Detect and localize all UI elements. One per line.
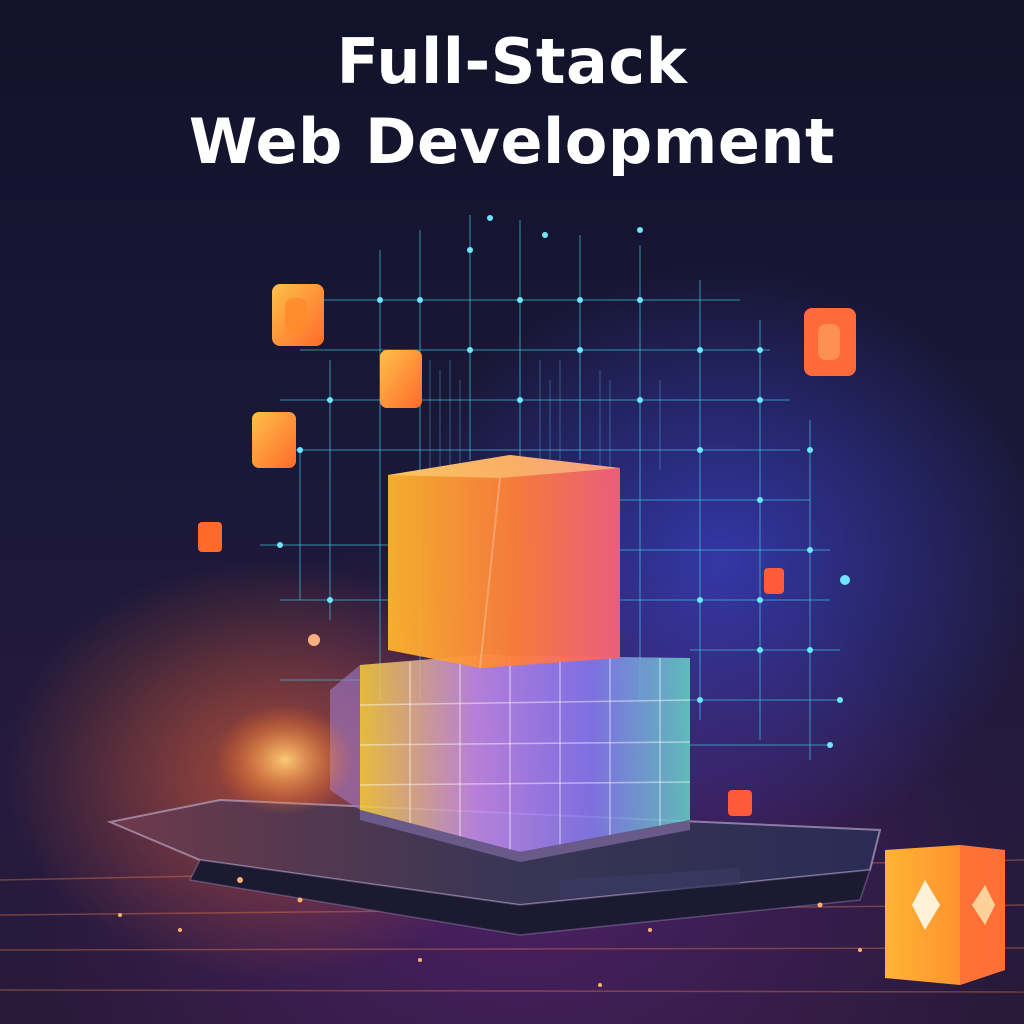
title-line-2: Web Development	[188, 105, 836, 178]
poster: Full-Stack Web Development	[0, 0, 1024, 1024]
corner-cube	[885, 845, 1005, 985]
glow	[215, 705, 355, 815]
poster-title: Full-Stack Web Development	[0, 22, 1024, 182]
data-stream	[429, 360, 661, 470]
title-line-1: Full-Stack	[336, 25, 688, 98]
top-cube	[388, 455, 620, 669]
